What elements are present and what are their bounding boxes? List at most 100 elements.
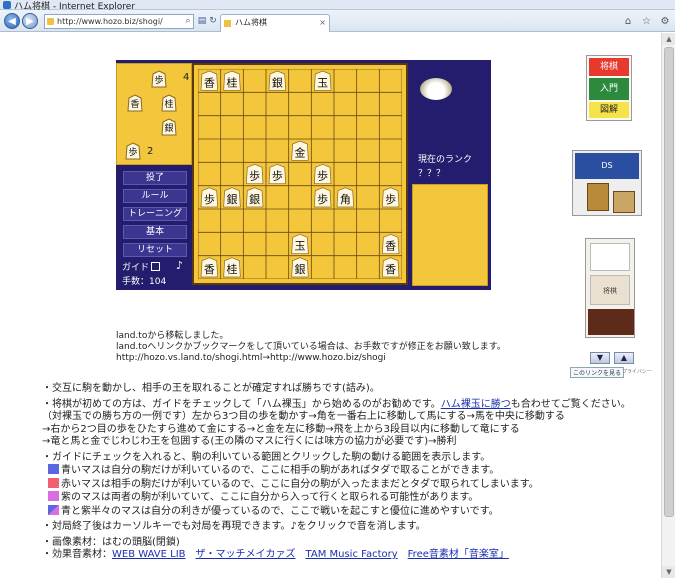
- tab-close-icon[interactable]: ×: [319, 15, 326, 31]
- credit-link-webwavelib[interactable]: WEB WAVE LIB: [112, 549, 186, 560]
- beginner-text: ・将棋が初めての方は、ガイドをチェックして「ハム裸玉」から始めるのがお勧めです。: [42, 398, 441, 410]
- mixed-square-icon: [48, 504, 59, 515]
- board-piece[interactable]: 歩: [313, 187, 332, 208]
- ad1-subtitle: 入門: [589, 78, 629, 100]
- forward-button[interactable]: ▶: [22, 13, 38, 29]
- legend-blue: 青いマスは自分の駒だけが利いているので、ここに相手の駒があればタダで取ることがで…: [42, 464, 642, 478]
- legend-mixed: 青と紫半々のマスは自分の利きが優っているので、ここで戦いを起こすと優位に進めやす…: [42, 504, 642, 519]
- red-square-icon: [48, 477, 59, 488]
- training-button[interactable]: トレーニング: [123, 207, 187, 221]
- shogi-board[interactable]: 香桂銀玉金歩歩歩歩銀銀歩角歩玉香香桂銀香: [192, 63, 408, 285]
- back-button[interactable]: ◀: [4, 13, 20, 29]
- board-piece[interactable]: 歩: [381, 187, 400, 208]
- board-piece[interactable]: 香: [200, 257, 219, 278]
- board-piece[interactable]: 金: [291, 140, 309, 161]
- favorites-star-icon[interactable]: ☆: [641, 16, 653, 28]
- board-piece[interactable]: 香: [200, 70, 219, 91]
- moved-notice: land.toから移転しました。 land.toへリンクかブックマークをして頂い…: [116, 331, 506, 364]
- svg-text:歩: 歩: [385, 192, 396, 206]
- book-ad-1[interactable]: 将棋 入門 図解: [586, 55, 632, 121]
- rules-button[interactable]: ルール: [123, 189, 187, 203]
- board-piece[interactable]: 玉: [313, 70, 332, 91]
- board-piece[interactable]: 香: [381, 257, 400, 278]
- board-piece[interactable]: 歩: [245, 163, 264, 185]
- captured-piece[interactable]: 歩: [151, 70, 167, 88]
- legend-blue-text: 青いマスは自分の駒だけが利いているので、ここに相手の駒があればタダで取ることがで…: [61, 465, 500, 476]
- address-bar[interactable]: http://www.hozo.biz/shogi/: [44, 14, 194, 29]
- reset-button[interactable]: リセット: [123, 243, 187, 257]
- tab-ham-shogi[interactable]: ハム将棋 ×: [220, 14, 330, 32]
- svg-text:香: 香: [130, 99, 139, 110]
- svg-text:香: 香: [204, 76, 215, 89]
- credit-link-matchmakers[interactable]: ザ・マッチメイカァズ: [196, 549, 296, 560]
- svg-text:歩: 歩: [272, 169, 283, 183]
- ad3-title: 将棋: [590, 275, 630, 305]
- book-ad-3[interactable]: 将棋: [585, 238, 635, 338]
- captured-piece[interactable]: 銀: [161, 118, 177, 136]
- board-piece[interactable]: 香: [381, 233, 400, 255]
- legend-red-text: 赤いマスは相手の駒だけが利いているので、ここに自分の駒が入ったままだとタダで取ら…: [61, 478, 539, 490]
- svg-text:歩: 歩: [317, 192, 328, 206]
- board-piece[interactable]: 銀: [268, 70, 287, 91]
- ad-privacy-link[interactable]: プライバシー: [622, 368, 652, 375]
- board-piece[interactable]: 歩: [200, 187, 219, 208]
- svg-text:香: 香: [385, 240, 396, 253]
- svg-text:香: 香: [204, 263, 215, 276]
- captured-piece[interactable]: 香: [127, 94, 143, 112]
- legend-red: 赤いマスは相手の駒だけが利いているので、ここに自分の駒が入ったままだとタダで取ら…: [42, 477, 642, 492]
- ham-hadaka-link[interactable]: ハム裸玉に勝つ: [441, 399, 511, 410]
- svg-text:香: 香: [385, 263, 396, 276]
- svg-text:玉: 玉: [317, 76, 328, 89]
- vertical-scrollbar[interactable]: ▲ ▼: [661, 33, 675, 578]
- ad1-title: 将棋: [589, 58, 629, 76]
- guide-checkbox[interactable]: [151, 262, 161, 271]
- rank-value: ？？？: [418, 169, 446, 179]
- guide-toggle[interactable]: ガイド: [122, 260, 161, 273]
- board-piece[interactable]: 銀: [291, 257, 309, 278]
- board-grid[interactable]: 香桂銀玉金歩歩歩歩銀銀歩角歩玉 香香桂銀香: [198, 69, 402, 279]
- svg-text:玉: 玉: [295, 240, 306, 253]
- board-piece[interactable]: 銀: [245, 187, 264, 208]
- svg-text:桂: 桂: [227, 75, 238, 89]
- board-piece[interactable]: 歩: [313, 163, 332, 185]
- board-piece[interactable]: 玉: [291, 233, 309, 255]
- blue-square-icon: [48, 464, 59, 474]
- credit-link-tam[interactable]: TAM Music Factory: [306, 549, 398, 560]
- svg-text:桂: 桂: [227, 262, 238, 276]
- opponent-avatar: [420, 78, 452, 100]
- board-piece[interactable]: 桂: [223, 257, 241, 278]
- ad-next-button[interactable]: ▲: [614, 352, 634, 364]
- ad-prev-button[interactable]: ▼: [590, 352, 610, 364]
- tab-favicon: [224, 20, 231, 27]
- scrollbar-thumb[interactable]: [664, 47, 674, 517]
- board-piece[interactable]: 桂: [223, 70, 241, 91]
- captured-piece[interactable]: 桂: [161, 94, 177, 112]
- site-favicon: [47, 18, 54, 25]
- basics-button[interactable]: 基本: [123, 225, 187, 239]
- sound-toggle-icon[interactable]: ♪: [176, 259, 183, 272]
- home-icon[interactable]: ⌂: [622, 16, 634, 28]
- board-piece[interactable]: 角: [336, 187, 355, 208]
- moves-label: 手数：: [122, 277, 150, 287]
- board-piece[interactable]: 銀: [223, 187, 241, 208]
- refresh-icon[interactable]: ↻: [207, 15, 219, 27]
- captured-pieces-tray: 歩 4 香 桂 銀 歩 2: [116, 63, 192, 165]
- scroll-up-icon[interactable]: ▲: [662, 33, 675, 45]
- ad-link-button[interactable]: このリンクを見る: [570, 367, 625, 378]
- captured-piece[interactable]: 歩: [125, 142, 141, 160]
- svg-text:金: 金: [295, 145, 306, 159]
- ad2-title: DS: [575, 153, 639, 179]
- address-text: http://www.hozo.biz/shogi/: [57, 17, 163, 26]
- ad2-piece-image: [587, 183, 609, 211]
- svg-text:銀: 銀: [164, 122, 173, 134]
- sound-credits: ・効果音素材：WEB WAVE LIB ザ・マッチメイカァズ TAM Music F…: [42, 549, 642, 562]
- guide-explanation: ・ガイドにチェックを入れると、駒の利いている範囲とクリックした駒の動ける範囲を表…: [42, 451, 491, 463]
- board-piece[interactable]: 歩: [268, 163, 287, 185]
- resign-button[interactable]: 投了: [123, 171, 187, 185]
- gear-icon[interactable]: ⚙: [659, 16, 671, 28]
- search-icon[interactable]: ⌕: [182, 15, 194, 27]
- scroll-down-icon[interactable]: ▼: [662, 566, 675, 578]
- ad1-label: 図解: [589, 102, 629, 118]
- credit-link-ongakushitsu[interactable]: Free音素材「音楽室」: [408, 549, 509, 560]
- game-ad-2[interactable]: DS: [572, 150, 642, 216]
